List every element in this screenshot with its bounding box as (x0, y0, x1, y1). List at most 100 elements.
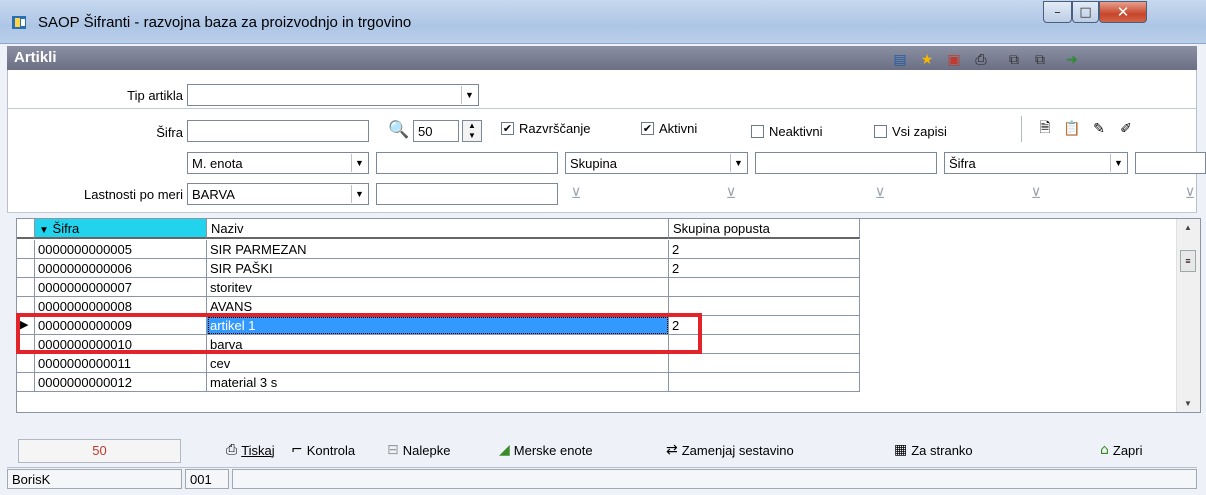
filter-icon[interactable]: ⊻ (1028, 186, 1044, 202)
cell-skupina[interactable] (669, 297, 860, 316)
columns-icon[interactable]: ▤ (891, 51, 909, 68)
cell-skupina[interactable] (669, 278, 860, 297)
row-selector[interactable] (17, 297, 35, 316)
kontrola-button[interactable]: ⌐ Kontrola (291, 439, 355, 461)
zamenjaj-sestavino-button[interactable]: ⇄ Zamenjaj sestavino (666, 439, 794, 461)
row-selector[interactable] (17, 373, 35, 392)
filter-icon[interactable]: ⊻ (1182, 186, 1198, 202)
filter-icon[interactable]: ⊻ (872, 186, 888, 202)
cell-skupina[interactable] (669, 335, 860, 354)
razvrscanje-checkbox[interactable]: ✔ Razvrščanje (501, 121, 591, 136)
sifra-label: Šifra (156, 125, 183, 140)
excel-export-icon[interactable]: ▣ (945, 51, 963, 68)
cell-skupina[interactable]: 2 (669, 259, 860, 278)
za-stranko-button[interactable]: ▦ Za stranko (894, 439, 973, 461)
scroll-thumb[interactable]: ≡ (1180, 250, 1196, 272)
new-record-icon[interactable]: 🗎 (1036, 120, 1054, 137)
cell-skupina[interactable] (669, 354, 860, 373)
chevron-down-icon[interactable]: ▼ (461, 86, 477, 104)
row-selector[interactable] (17, 259, 35, 278)
check-icon: ⌐ (291, 442, 303, 458)
cell-sifra[interactable]: 0000000000010 (35, 335, 207, 354)
cell-skupina[interactable] (669, 373, 860, 392)
sifra-combo[interactable]: Šifra ▼ (944, 152, 1128, 174)
column-header-sifra[interactable]: ▼ Šifra (35, 219, 207, 239)
cell-naziv[interactable]: SIR PARMEZAN (207, 240, 669, 259)
skupina-combo[interactable]: Skupina ▼ (565, 152, 748, 174)
count-spinner[interactable]: 50 (413, 120, 459, 142)
cell-sifra[interactable]: 0000000000011 (35, 354, 207, 373)
window-titlebar: SAOP Šifranti - razvojna baza za proizvo… (0, 0, 1206, 44)
cell-sifra[interactable]: 0000000000009 (35, 316, 207, 335)
column-header-skupina[interactable]: Skupina popusta (669, 219, 860, 239)
chevron-down-icon[interactable]: ▼ (351, 154, 367, 172)
paste-icon[interactable]: ⧉ (1031, 51, 1049, 68)
merske-enote-button[interactable]: ◢ Merske enote (499, 439, 593, 461)
cell-sifra[interactable]: 0000000000008 (35, 297, 207, 316)
tip-artikla-combo[interactable]: ▼ (187, 84, 479, 106)
close-door-icon: ⌂ (1100, 442, 1109, 458)
scroll-down-icon[interactable]: ▼ (1184, 399, 1192, 408)
cell-naziv[interactable]: material 3 s (207, 373, 669, 392)
bottom-toolbar (7, 432, 1197, 466)
lastnosti-filter-input[interactable] (376, 183, 558, 205)
aktivni-checkbox[interactable]: ✔ Aktivni (641, 121, 697, 136)
articles-grid[interactable]: ▼ Šifra Naziv Skupina popusta 0000000000… (16, 218, 1201, 413)
row-selector[interactable]: ▶ (17, 316, 35, 335)
delete-record-icon[interactable]: ✐ (1117, 120, 1135, 137)
maximize-button[interactable]: □ (1072, 1, 1099, 23)
vsi-zapisi-checkbox[interactable]: Vsi zapisi (874, 124, 947, 139)
row-selector[interactable] (17, 335, 35, 354)
search-icon[interactable]: 🔍 (388, 120, 409, 140)
close-button[interactable]: ✕ (1099, 1, 1147, 23)
current-row-icon: ▶ (20, 319, 29, 331)
nalepke-button[interactable]: ⊟ Nalepke (387, 439, 450, 461)
divider (1021, 116, 1022, 142)
spinner-arrows[interactable]: ▲ ▼ (462, 120, 482, 142)
sifra-input[interactable] (187, 120, 369, 142)
minimize-button[interactable]: – (1043, 1, 1072, 23)
status-empty (232, 469, 1197, 489)
scroll-up-icon[interactable]: ▲ (1184, 223, 1192, 232)
row-selector[interactable] (17, 354, 35, 373)
cell-naziv[interactable]: barva (207, 335, 669, 354)
column-header-naziv[interactable]: Naziv (207, 219, 669, 239)
row-selector[interactable] (17, 278, 35, 297)
chevron-down-icon[interactable]: ▼ (351, 185, 367, 203)
column-label: Šifra (52, 221, 80, 236)
table-icon: ▦ (894, 442, 908, 458)
vertical-scrollbar[interactable]: ▲ ≡ ▼ (1176, 219, 1200, 412)
skupina-value: Skupina (570, 156, 617, 171)
cell-naziv[interactable]: AVANS (207, 297, 669, 316)
skupina-filter-input[interactable] (755, 152, 937, 174)
row-selector[interactable] (17, 240, 35, 259)
cell-skupina[interactable]: 2 (669, 240, 860, 259)
edit-record-icon[interactable]: ✎ (1090, 120, 1108, 137)
sifra-filter-input[interactable] (1135, 152, 1206, 174)
copy-icon[interactable]: ⧉ (1005, 51, 1023, 68)
chevron-down-icon[interactable]: ▼ (1110, 154, 1126, 172)
print-icon[interactable]: ⎙ (972, 51, 990, 68)
cell-skupina[interactable]: 2 (669, 316, 860, 335)
cell-naziv[interactable]: cev (207, 354, 669, 373)
cell-sifra[interactable]: 0000000000007 (35, 278, 207, 297)
copy-record-icon[interactable]: 📋 (1063, 120, 1081, 137)
cell-sifra[interactable]: 0000000000006 (35, 259, 207, 278)
tiskaj-button[interactable]: ⎙ Tiskaj (226, 439, 275, 461)
exit-icon[interactable]: ➜ (1063, 51, 1081, 68)
filter-icon[interactable]: ⊻ (723, 186, 739, 202)
filter-panel-type (7, 70, 1197, 108)
filter-icon[interactable]: ⊻ (568, 186, 584, 202)
neaktivni-checkbox[interactable]: Neaktivni (751, 124, 822, 139)
cell-sifra[interactable]: 0000000000005 (35, 240, 207, 259)
lastnosti-combo[interactable]: BARVA ▼ (187, 183, 369, 205)
cell-sifra[interactable]: 0000000000012 (35, 373, 207, 392)
cell-naziv[interactable]: artikel 1 (207, 316, 669, 335)
chevron-down-icon[interactable]: ▼ (730, 154, 746, 172)
cell-naziv[interactable]: SIR PAŠKI (207, 259, 669, 278)
cell-naziv[interactable]: storitev (207, 278, 669, 297)
m-enota-filter-input[interactable] (376, 152, 558, 174)
m-enota-combo[interactable]: M. enota ▼ (187, 152, 369, 174)
star-icon[interactable]: ★ (918, 51, 936, 68)
zapri-button[interactable]: ⌂ Zapri (1100, 439, 1143, 461)
